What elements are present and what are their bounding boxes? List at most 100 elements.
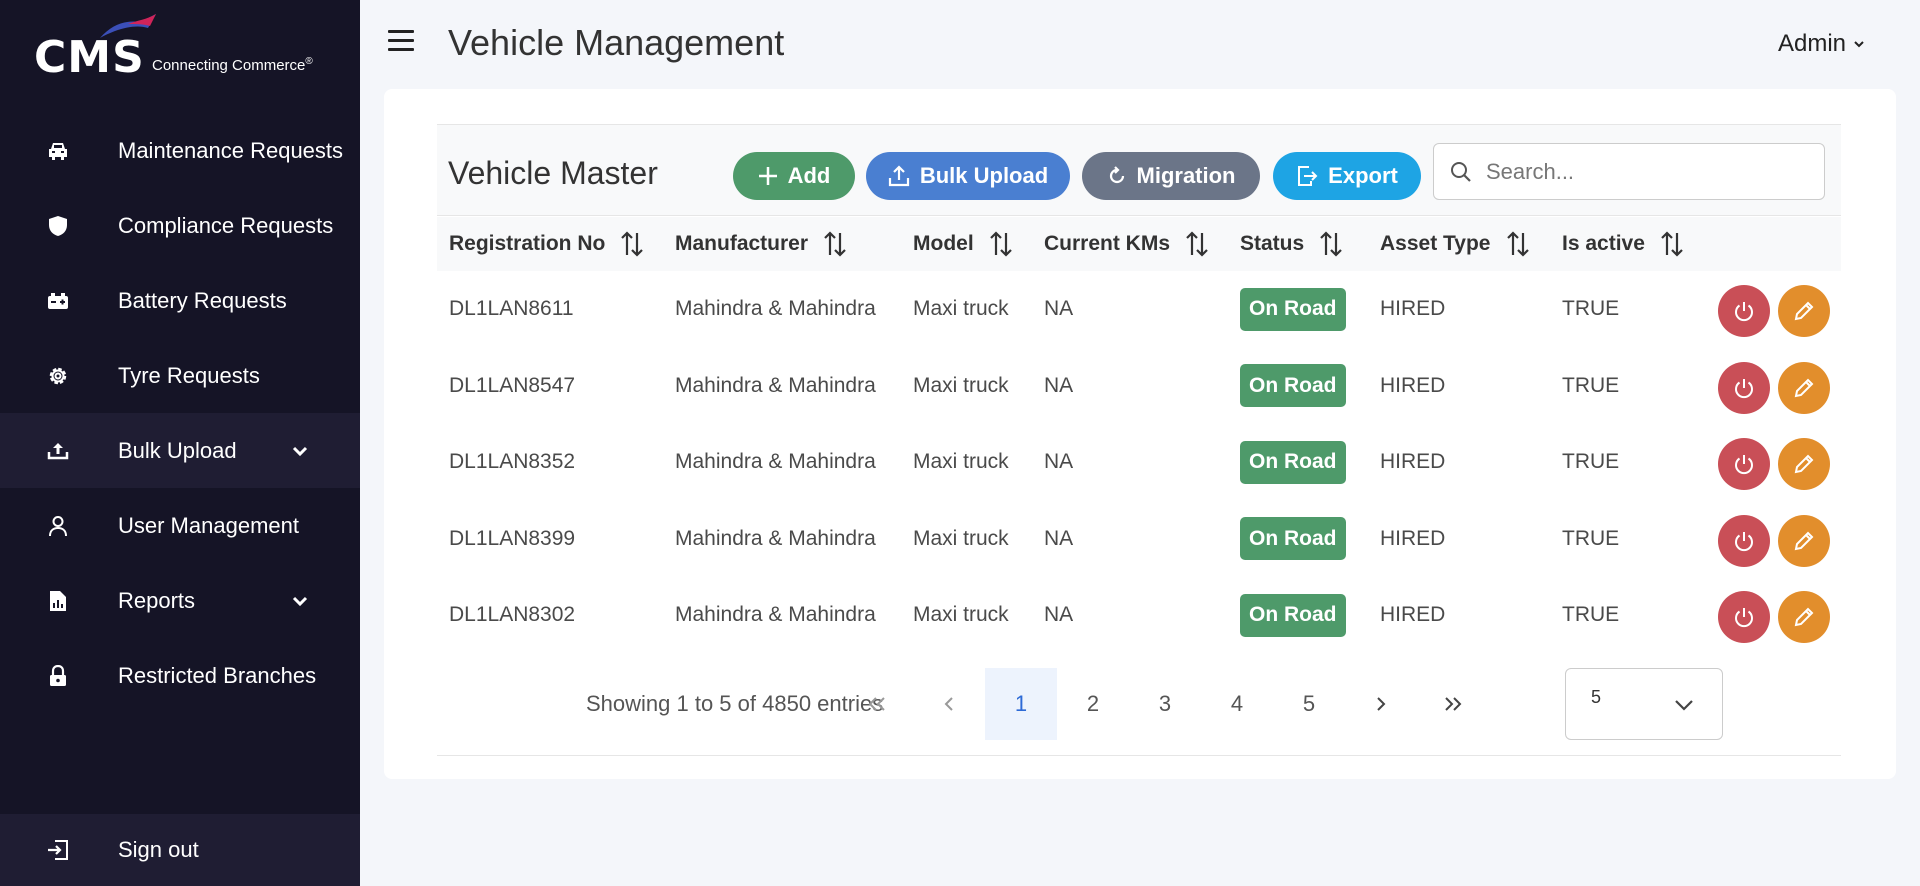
- page-number-button[interactable]: 1: [985, 668, 1057, 740]
- sidebar-item-bulk-upload[interactable]: Bulk Upload: [0, 413, 360, 488]
- table-cell: HIRED: [1380, 297, 1446, 320]
- page-number-button[interactable]: 4: [1201, 668, 1273, 740]
- edit-button[interactable]: [1778, 514, 1830, 567]
- table-cell: Maxi truck: [913, 603, 1009, 626]
- sidebar-item-restricted-branches[interactable]: Restricted Branches: [0, 638, 360, 713]
- column-header-label: Asset Type: [1380, 232, 1491, 255]
- rows-per-page-select[interactable]: 5: [1565, 668, 1723, 740]
- deactivate-button[interactable]: [1718, 361, 1770, 414]
- edit-button[interactable]: [1778, 591, 1830, 643]
- table-cell: Maxi truck: [913, 297, 1009, 320]
- chevron-down-icon: [292, 596, 308, 606]
- table-row: DL1LAN8399 Mahindra & Mahindra Maxi truck N…: [437, 501, 1841, 577]
- column-header[interactable]: Status: [1240, 217, 1344, 271]
- page-number-button[interactable]: 3: [1129, 668, 1201, 740]
- table-cell: Maxi truck: [913, 526, 1009, 550]
- pencil-icon: [1794, 454, 1814, 474]
- sidebar-item-label: Compliance Requests: [118, 212, 334, 238]
- sidebar-item-compliance-requests[interactable]: Compliance Requests: [0, 188, 360, 263]
- previous-page-button[interactable]: [913, 668, 985, 740]
- table-cell: Mahindra & Mahindra: [675, 450, 876, 473]
- table-header: Registration No Manufacturer Model Current …: [437, 217, 1841, 271]
- first-page-button[interactable]: [841, 668, 913, 740]
- sidebar-item-maintenance-requests[interactable]: Maintenance Requests: [0, 113, 360, 188]
- battery-icon: [46, 289, 70, 313]
- edit-button[interactable]: [1778, 361, 1830, 414]
- power-icon: [1735, 531, 1753, 551]
- sidebar-nav: Maintenance Requests Compliance Requests…: [0, 113, 360, 713]
- table-cell: DL1LAN8302: [449, 603, 576, 626]
- migration-button[interactable]: Migration: [1082, 152, 1260, 200]
- hamburger-menu-icon[interactable]: [388, 30, 414, 52]
- status-badge: On Road: [1240, 287, 1346, 331]
- sidebar-item-tyre-requests[interactable]: Tyre Requests: [0, 338, 360, 413]
- sidebar-item-user-management[interactable]: User Management: [0, 488, 360, 563]
- page-number-button[interactable]: 2: [1057, 668, 1129, 740]
- column-header-label: Is active: [1562, 232, 1645, 255]
- table-cell: NA: [1044, 526, 1074, 550]
- report-icon: [46, 589, 70, 613]
- sidebar-item-label: Battery Requests: [118, 287, 287, 313]
- user-icon: [46, 514, 70, 538]
- pencil-icon: [1794, 607, 1814, 627]
- column-header[interactable]: Model: [913, 217, 1014, 271]
- deactivate-button[interactable]: [1718, 285, 1770, 337]
- column-header-label: Registration No: [449, 232, 606, 255]
- export-button[interactable]: Export: [1273, 152, 1421, 200]
- last-page-button[interactable]: [1417, 668, 1489, 740]
- export-label: Export: [1328, 163, 1398, 188]
- edit-button[interactable]: [1778, 285, 1830, 337]
- deactivate-button[interactable]: [1718, 514, 1770, 567]
- bulk-upload-button[interactable]: Bulk Upload: [866, 152, 1070, 200]
- vehicle-master-panel: Vehicle Master Add Bulk Upload Migration…: [437, 124, 1841, 756]
- table-cell: Mahindra & Mahindra: [675, 526, 876, 550]
- add-button[interactable]: Add: [733, 152, 855, 200]
- refresh-icon: [1109, 166, 1124, 184]
- search-input[interactable]: [1486, 158, 1806, 185]
- column-header[interactable]: Asset Type: [1380, 217, 1531, 271]
- table-cell: TRUE: [1562, 297, 1620, 320]
- table-cell: TRUE: [1562, 450, 1620, 473]
- edit-button[interactable]: [1778, 438, 1830, 490]
- rows-per-page-value: 5: [1591, 687, 1602, 707]
- sidebar-item-battery-requests[interactable]: Battery Requests: [0, 263, 360, 338]
- sort-icon: [621, 231, 644, 257]
- sort-icon: [1661, 231, 1683, 257]
- table-row: DL1LAN8352 Mahindra & Mahindra Maxi truck N…: [437, 424, 1841, 500]
- column-header[interactable]: Current KMs: [1044, 217, 1210, 271]
- table-cell: On Road: [1240, 577, 1346, 653]
- sign-out-button[interactable]: Sign out: [0, 814, 360, 886]
- lock-icon: [46, 664, 70, 688]
- power-icon: [1735, 608, 1753, 628]
- panel-header: Vehicle Master Add Bulk Upload Migration…: [437, 125, 1841, 216]
- status-badge: On Road: [1240, 517, 1346, 560]
- sidebar: CMS Connecting Commerce® Maintenance Req…: [0, 0, 360, 886]
- cms-logo[interactable]: CMS Connecting Commerce®: [34, 14, 334, 84]
- logo-text: CMS: [34, 32, 145, 83]
- table-cell: NA: [1044, 450, 1074, 473]
- power-icon: [1735, 378, 1753, 398]
- table-cell: NA: [1044, 297, 1074, 320]
- chevron-down-icon: [292, 446, 308, 456]
- column-header[interactable]: Registration No: [449, 217, 645, 271]
- pagination-info: Showing 1 to 5 of 4850 entries: [586, 691, 884, 716]
- page-number-button[interactable]: 5: [1273, 668, 1345, 740]
- column-header[interactable]: Is active: [1562, 217, 1685, 271]
- deactivate-button[interactable]: [1718, 438, 1770, 490]
- sidebar-item-label: Restricted Branches: [118, 662, 317, 688]
- pencil-icon: [1794, 301, 1814, 321]
- sidebar-item-label: Tyre Requests: [118, 362, 260, 388]
- chevron-down-icon: [1854, 41, 1864, 48]
- status-badge: On Road: [1240, 593, 1346, 637]
- logo-tagline: Connecting Commerce®: [152, 56, 313, 74]
- next-page-button[interactable]: [1345, 668, 1417, 740]
- sidebar-item-reports[interactable]: Reports: [0, 563, 360, 638]
- column-header[interactable]: Manufacturer: [675, 217, 848, 271]
- table-row: DL1LAN8547 Mahindra & Mahindra Maxi truck N…: [437, 348, 1841, 424]
- table-cell: HIRED: [1380, 373, 1446, 397]
- search-box: [1433, 143, 1825, 200]
- deactivate-button[interactable]: [1718, 591, 1770, 643]
- sign-out-label: Sign out: [118, 837, 199, 862]
- user-menu-dropdown[interactable]: Admin: [1778, 30, 1866, 58]
- search-icon: [1451, 161, 1471, 182]
